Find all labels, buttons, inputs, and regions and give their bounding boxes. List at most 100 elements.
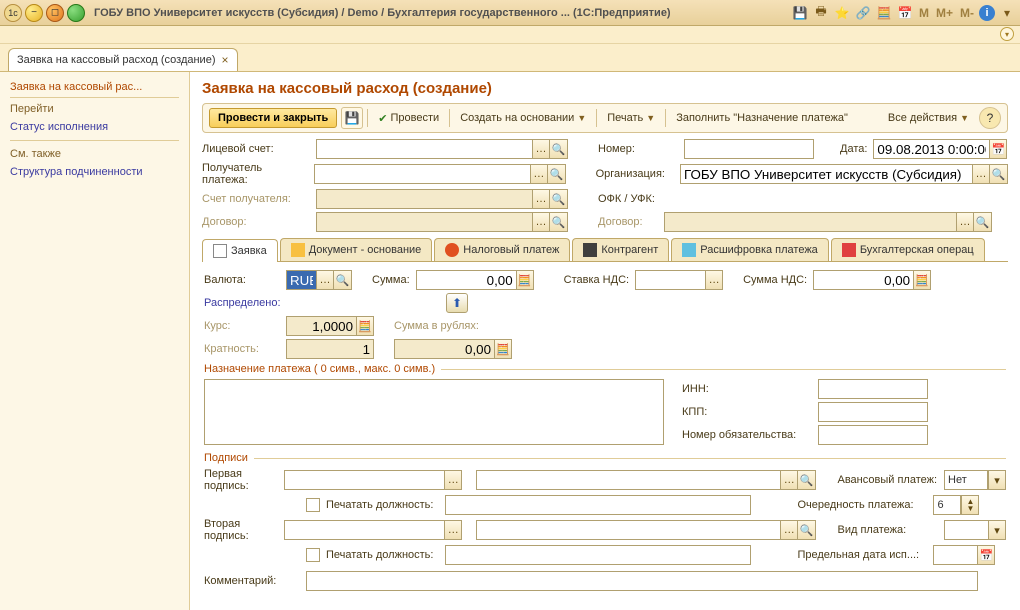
amount-calc-icon[interactable]: 🧮 [516,270,534,290]
vat-rate-input[interactable] [635,270,705,290]
print-pos2-check[interactable] [306,548,320,562]
sign2-pos-search-icon[interactable]: 🔍 [798,520,816,540]
org-input[interactable] [680,164,972,184]
save-icon[interactable]: 💾 [791,4,809,22]
tab-breakdown[interactable]: Расшифровка платежа [671,238,829,261]
print-pos1-check[interactable] [306,498,320,512]
amount-input[interactable] [416,270,516,290]
recipient-search-icon[interactable]: 🔍 [548,164,566,184]
print-pos2-input[interactable] [445,545,751,565]
close-icon[interactable] [67,4,85,22]
sign2-pos-picker-icon[interactable]: … [780,520,798,540]
print-pos1-input[interactable] [445,495,751,515]
advance-select[interactable]: Нет [944,470,988,490]
recipient-picker-icon[interactable]: … [530,164,548,184]
rub-sum-calc-icon[interactable]: 🧮 [494,339,512,359]
advance-dd-icon[interactable]: ▾ [988,470,1006,490]
create-based-button[interactable]: Создать на основании ▼ [454,112,592,124]
tab-counterparty[interactable]: Контрагент [572,238,669,261]
contract2-search-icon[interactable]: 🔍 [974,212,992,232]
all-actions-button[interactable]: Все действия ▼ [882,112,975,124]
deadline-input[interactable] [933,545,977,565]
sign1-picker-icon[interactable]: … [444,470,462,490]
post-and-close-button[interactable]: Провести и закрыть [209,108,337,128]
org-search-icon[interactable]: 🔍 [990,164,1008,184]
tab-accounting[interactable]: Бухгалтерская операц [831,238,985,261]
post-button[interactable]: ✔Провести [372,112,445,125]
kpp-input[interactable] [818,402,928,422]
sidebar-item-structure[interactable]: Структура подчиненности [10,163,179,181]
restore-icon[interactable]: ◻ [46,4,64,22]
vat-sum-calc-icon[interactable]: 🧮 [913,270,931,290]
sign1-pos-search-icon[interactable]: 🔍 [798,470,816,490]
deadline-cal-icon[interactable]: 📅 [977,545,995,565]
dropdown-icon[interactable]: ▾ [998,4,1016,22]
paytype-input[interactable] [944,520,988,540]
payment-note-textarea[interactable] [204,379,664,445]
sign1-input[interactable] [284,470,444,490]
account-picker-icon[interactable]: … [532,139,550,159]
calc-icon[interactable]: 🧮 [875,4,893,22]
org-picker-icon[interactable]: … [972,164,990,184]
app-logo-icon[interactable]: 1c [4,4,22,22]
memory-mminus[interactable]: M- [958,6,976,20]
currency-input[interactable] [286,270,316,290]
fill-note-button[interactable]: Заполнить "Назначение платежа" [670,112,854,124]
recipient-input[interactable] [314,164,530,184]
date-picker-icon[interactable]: 📅 [989,139,1007,159]
memory-m[interactable]: M [917,6,931,20]
org-label: Организация: [596,168,674,180]
account-input[interactable] [316,139,532,159]
link-icon[interactable]: 🔗 [854,4,872,22]
comment-input[interactable] [306,571,978,591]
collapse-button[interactable]: ▾ [1000,27,1014,41]
sign2-input[interactable] [284,520,444,540]
minimize-icon[interactable]: − [25,4,43,22]
print-icon[interactable]: 🖶 [812,4,830,22]
print-button[interactable]: Печать ▼ [601,112,661,124]
currency-search-icon[interactable]: 🔍 [334,270,352,290]
account-label: Лицевой счет: [202,143,310,155]
vat-rate-picker-icon[interactable]: … [705,270,723,290]
tax-icon [445,243,459,257]
sidebar-head-see: См. также [10,145,179,163]
sidebar-item-main[interactable]: Заявка на кассовый рас... [10,78,179,98]
recip-acct-search-icon[interactable]: 🔍 [550,189,568,209]
paytype-dd-icon[interactable]: ▾ [988,520,1006,540]
date-input[interactable] [873,139,989,159]
inn-input[interactable] [818,379,928,399]
sign1-pos-input[interactable] [476,470,780,490]
rate-calc-icon[interactable]: 🧮 [356,316,374,336]
currency-picker-icon[interactable]: … [316,270,334,290]
account-search-icon[interactable]: 🔍 [550,139,568,159]
contract-picker-icon[interactable]: … [532,212,550,232]
tab-tax[interactable]: Налоговый платеж [434,238,570,261]
print-pos1-label: Печатать должность: [326,499,433,511]
inn-label: ИНН: [682,383,812,395]
recip-acct-picker-icon[interactable]: … [532,189,550,209]
tab-basis[interactable]: Документ - основание [280,238,433,261]
sidebar-item-status[interactable]: Статус исполнения [10,118,179,136]
contract2-picker-icon[interactable]: … [956,212,974,232]
favorites-icon[interactable]: ⭐ [833,4,851,22]
order-spinner[interactable]: 6 [933,495,961,515]
save-button-icon[interactable]: 💾 [341,107,363,129]
tab-request[interactable]: Заявка [202,239,278,262]
oblig-input[interactable] [818,425,928,445]
sign2-picker-icon[interactable]: … [444,520,462,540]
order-spin-icon[interactable]: ▲▼ [961,495,979,515]
sign2-pos-input[interactable] [476,520,780,540]
tab-close-icon[interactable]: × [221,53,228,67]
contract-search-icon[interactable]: 🔍 [550,212,568,232]
help-button[interactable]: ? [979,107,1001,129]
distribute-up-button[interactable]: ⬆ [446,293,468,313]
document-tab[interactable]: Заявка на кассовый расход (создание) × [8,48,238,71]
memory-mplus[interactable]: M+ [934,6,955,20]
info-icon[interactable]: i [979,5,995,21]
number-input[interactable] [684,139,814,159]
calendar-icon[interactable]: 📅 [896,4,914,22]
recip-acct-input [316,189,532,209]
sign1-pos-picker-icon[interactable]: … [780,470,798,490]
ofk-label: ОФК / УФК: [598,193,678,205]
vat-sum-input[interactable] [813,270,913,290]
